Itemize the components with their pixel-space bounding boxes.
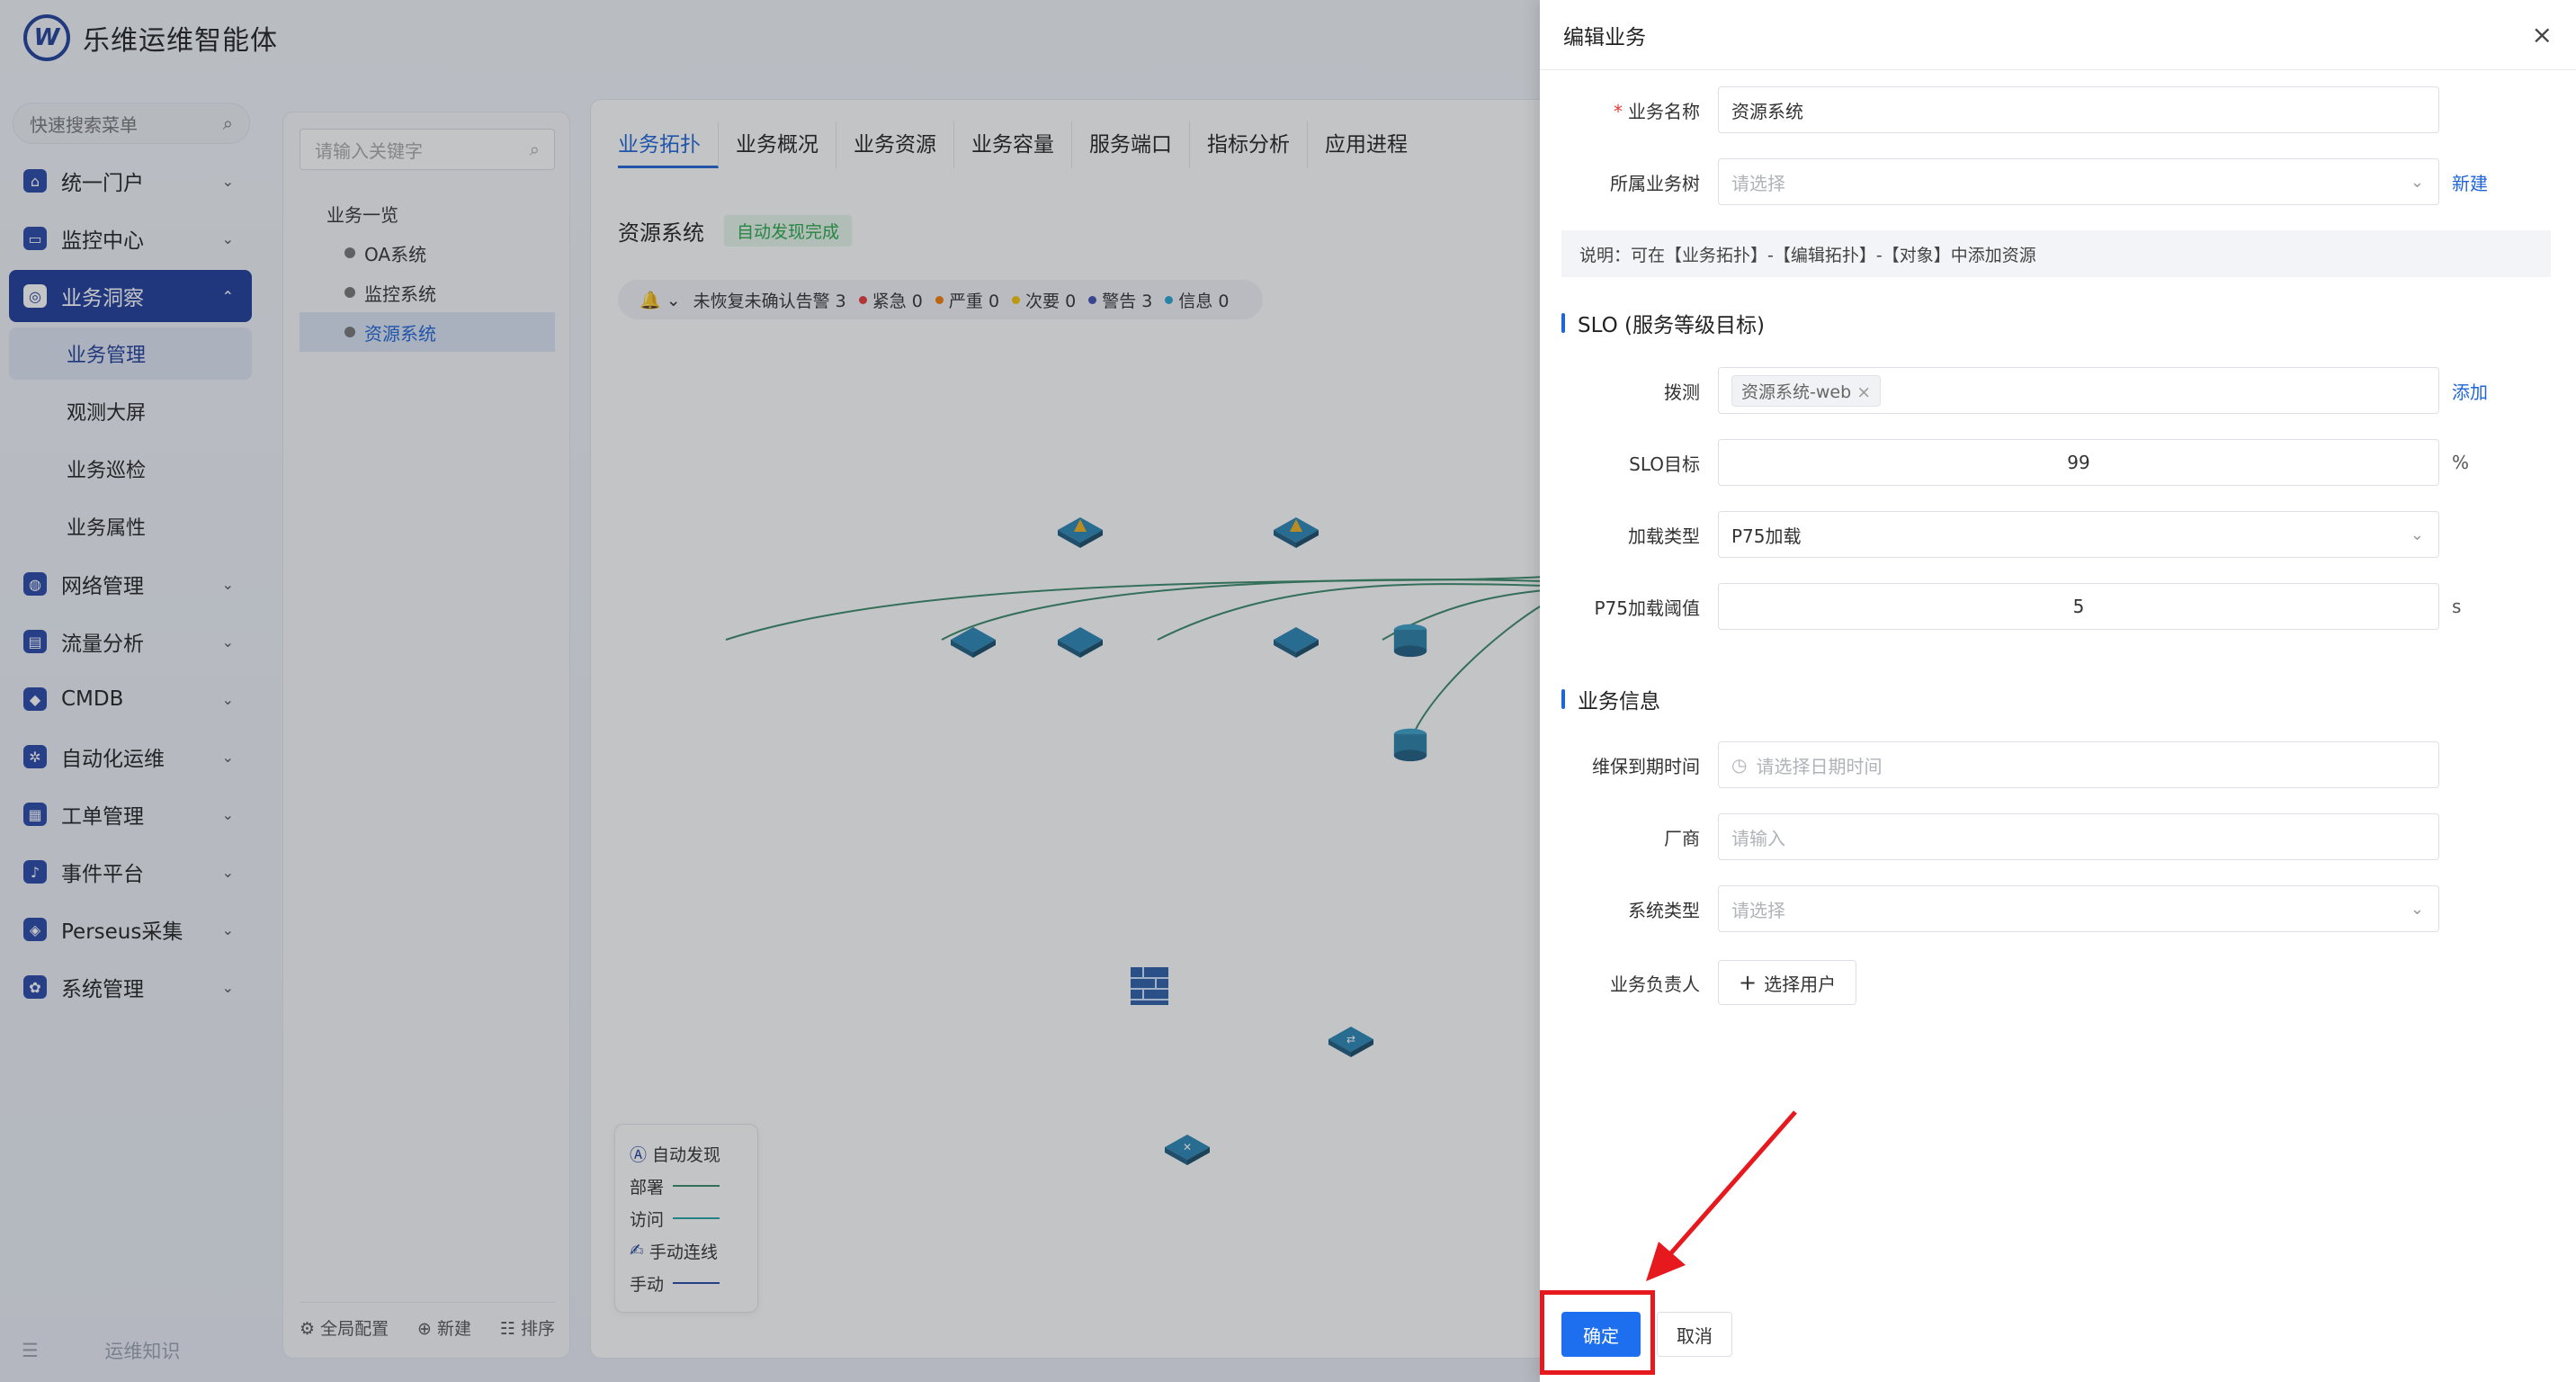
probe-select[interactable]: 资源系统-web × — [1718, 367, 2439, 414]
new-tree-link[interactable]: 新建 — [2452, 169, 2488, 195]
slo-section-title: SLO (服务等级目标) — [1561, 308, 1765, 338]
annotation-arrow-icon — [1646, 1110, 1797, 1281]
select-user-label: 选择用户 — [1764, 973, 1837, 995]
sys-type-label: 系统类型 — [1628, 899, 1700, 921]
hint-note: 说明：可在【业务拓扑】-【编辑拓扑】-【对象】中添加资源 — [1561, 230, 2551, 277]
info-section-label: 业务信息 — [1578, 690, 1660, 713]
probe-tag[interactable]: 资源系统-web × — [1731, 374, 1882, 407]
close-icon[interactable]: × — [2532, 20, 2553, 49]
cancel-button[interactable]: 取消 — [1657, 1312, 1732, 1357]
p75-input[interactable]: 5 — [1718, 583, 2439, 630]
sys-type-select[interactable]: 请选择 ⌄ — [1718, 885, 2439, 932]
vendor-input[interactable]: 请输入 — [1718, 813, 2439, 860]
chevron-down-icon: ⌄ — [2410, 172, 2424, 192]
tree-select[interactable]: 请选择 ⌄ — [1718, 158, 2439, 205]
expire-placeholder: 请选择日期时间 — [1756, 755, 1883, 777]
field-row-name: * 业务名称 资源系统 — [1540, 86, 2576, 133]
field-row-owner: 业务负责人 + 选择用户 — [1540, 959, 2576, 1006]
add-probe-link[interactable]: 添加 — [2452, 378, 2488, 404]
clock-icon: ◷ — [1731, 754, 1748, 776]
field-row-p75: P75加载阈值 5 s — [1540, 583, 2576, 630]
load-type-value: P75加载 — [1731, 525, 1802, 547]
slo-target-input[interactable]: 99 — [1718, 439, 2439, 486]
chevron-down-icon: ⌄ — [2410, 899, 2424, 919]
drawer-title: 编辑业务 — [1563, 25, 1646, 49]
p75-label: P75加载阈值 — [1594, 597, 1700, 619]
load-type-label: 加载类型 — [1628, 525, 1700, 547]
probe-tag-label: 资源系统-web — [1741, 381, 1852, 402]
name-input[interactable]: 资源系统 — [1718, 86, 2439, 133]
vendor-label: 厂商 — [1664, 827, 1700, 849]
tree-select-placeholder: 请选择 — [1731, 172, 1785, 194]
field-row-expire: 维保到期时间 ◷ 请选择日期时间 — [1540, 741, 2576, 788]
slo-target-label: SLO目标 — [1629, 453, 1700, 475]
name-label-text: 业务名称 — [1628, 100, 1700, 122]
plus-icon: + — [1739, 970, 1758, 995]
field-row-sys-type: 系统类型 请选择 ⌄ — [1540, 885, 2576, 932]
expire-datepicker[interactable]: ◷ 请选择日期时间 — [1718, 741, 2439, 788]
modal-overlay[interactable] — [0, 0, 1540, 1382]
section-bar — [1561, 313, 1565, 333]
field-row-slo-target: SLO目标 99 % — [1540, 439, 2576, 486]
chevron-down-icon: ⌄ — [2410, 525, 2424, 544]
slo-unit: % — [2452, 452, 2470, 473]
field-row-vendor: 厂商 请输入 — [1540, 813, 2576, 860]
section-bar — [1561, 689, 1565, 709]
field-row-probe: 拨测 资源系统-web × 添加 — [1540, 367, 2576, 414]
required-mark: * — [1614, 100, 1623, 122]
load-type-select[interactable]: P75加载 ⌄ — [1718, 511, 2439, 558]
name-label: * 业务名称 — [1540, 97, 1718, 123]
select-user-button[interactable]: + 选择用户 — [1718, 960, 1857, 1005]
sys-type-placeholder: 请选择 — [1731, 899, 1785, 921]
drawer-header: 编辑业务 × — [1540, 0, 2576, 70]
slo-section-label: SLO (服务等级目标) — [1578, 314, 1765, 337]
info-section-title: 业务信息 — [1561, 684, 1660, 714]
expire-label: 维保到期时间 — [1592, 755, 1700, 777]
probe-label: 拨测 — [1664, 381, 1700, 403]
p75-unit: s — [2452, 596, 2462, 617]
owner-label: 业务负责人 — [1610, 973, 1700, 995]
annotation-highlight-box — [1540, 1290, 1655, 1375]
field-row-load-type: 加载类型 P75加载 ⌄ — [1540, 511, 2576, 558]
tree-label: 所属业务树 — [1610, 172, 1700, 194]
field-row-tree: 所属业务树 请选择 ⌄ 新建 — [1540, 158, 2576, 205]
tag-close-icon[interactable]: × — [1856, 382, 1871, 402]
